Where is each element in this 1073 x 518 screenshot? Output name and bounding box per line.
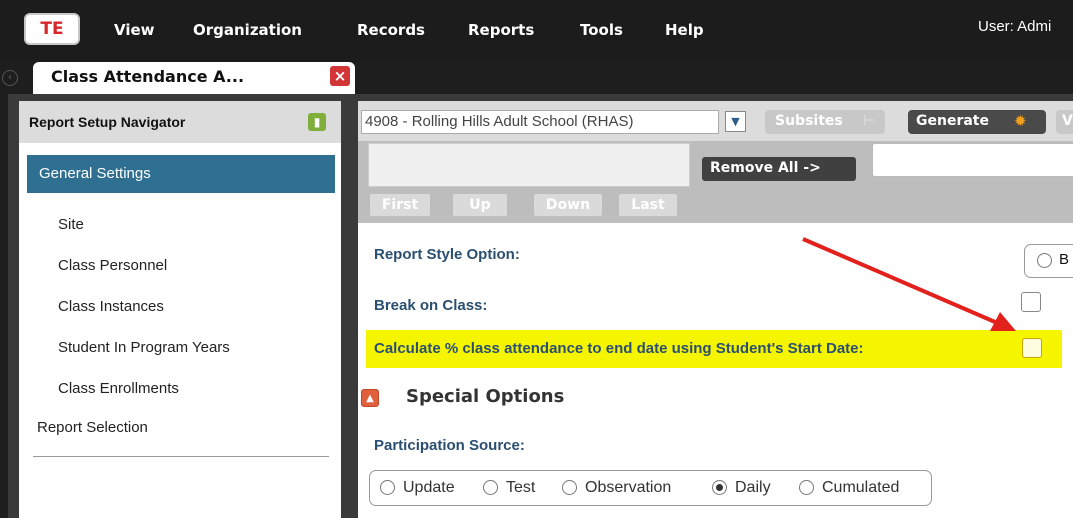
annotation-arrow <box>802 237 1016 331</box>
arrow-shaft <box>802 237 1003 327</box>
